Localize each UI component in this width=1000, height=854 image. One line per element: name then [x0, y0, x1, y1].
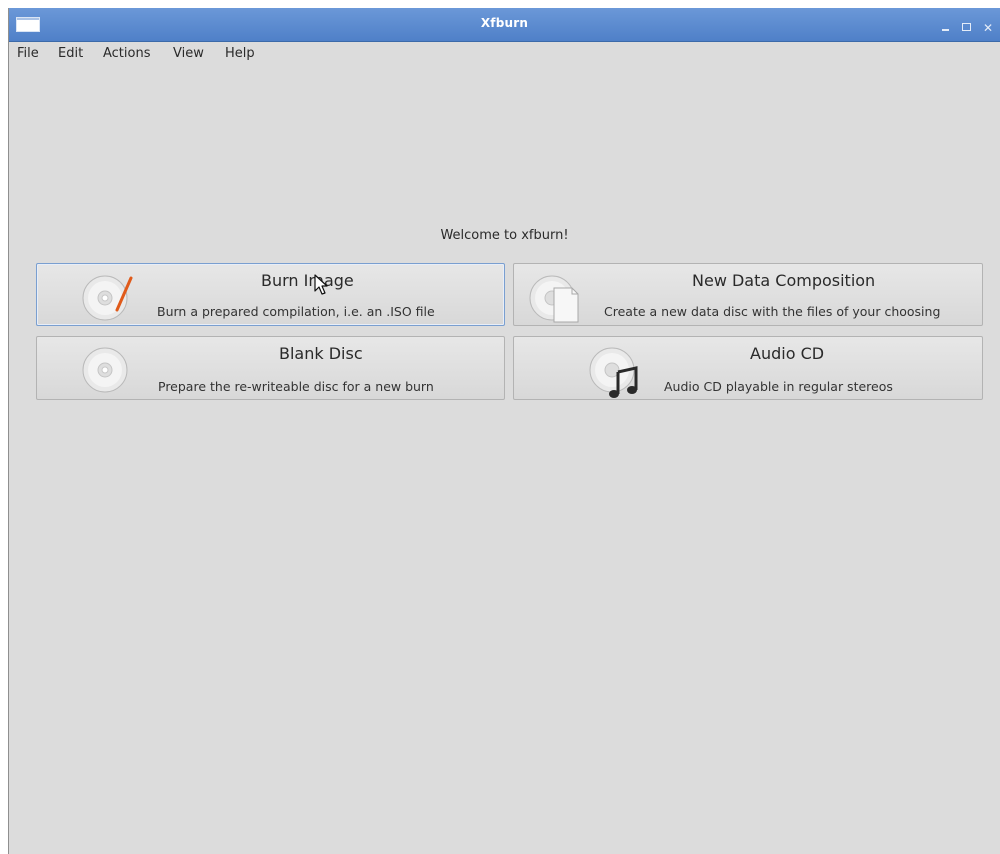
menu-view[interactable]: View [173, 46, 204, 61]
maximize-icon[interactable] [961, 20, 973, 32]
new-data-composition-description: Create a new data disc with the files of… [604, 304, 941, 319]
close-icon[interactable]: ✕ [982, 22, 994, 34]
blank-disc-title: Blank Disc [279, 344, 363, 363]
audio-cd-button[interactable]: Audio CD Audio CD playable in regular st… [513, 336, 983, 400]
disc-document-icon [529, 275, 579, 323]
audio-cd-description: Audio CD playable in regular stereos [664, 379, 893, 394]
new-data-composition-button[interactable]: New Data Composition Create a new data d… [513, 263, 983, 326]
mouse-cursor-icon [314, 274, 328, 295]
disc-music-icon [589, 347, 638, 398]
menu-actions[interactable]: Actions [103, 46, 151, 61]
xfburn-window: Xfburn ✕ File Edit Actions View Help Wel… [8, 8, 1000, 854]
menu-bar: File Edit Actions View Help [9, 42, 1000, 66]
welcome-message: Welcome to xfburn! [440, 228, 569, 243]
menu-file[interactable]: File [17, 46, 39, 61]
menu-edit[interactable]: Edit [58, 46, 83, 61]
disc-icon [82, 347, 128, 393]
window-controls: ✕ [936, 17, 994, 34]
burn-image-description: Burn a prepared compilation, i.e. an .IS… [157, 304, 435, 319]
minimize-icon[interactable] [940, 20, 952, 32]
title-bar[interactable]: Xfburn ✕ [9, 8, 1000, 42]
disc-burn-icon [82, 275, 133, 321]
window-title: Xfburn [480, 16, 529, 30]
menu-help[interactable]: Help [225, 46, 255, 61]
new-data-composition-title: New Data Composition [692, 271, 876, 290]
blank-disc-description: Prepare the re-writeable disc for a new … [158, 379, 434, 394]
burn-image-title: Burn Image [261, 271, 354, 290]
burn-image-button[interactable]: Burn Image Burn a prepared compilation, … [36, 263, 505, 326]
blank-disc-button[interactable]: Blank Disc Prepare the re-writeable disc… [36, 336, 505, 400]
audio-cd-title: Audio CD [750, 344, 825, 363]
